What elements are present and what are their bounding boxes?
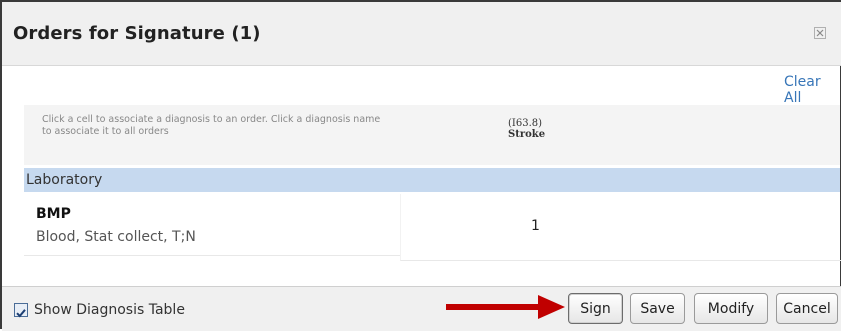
sign-button[interactable]: Sign	[568, 293, 623, 324]
modify-button[interactable]: Modify	[694, 293, 768, 324]
orders-for-signature-dialog: Orders for Signature (1) Clear All Click…	[0, 0, 841, 331]
dialog-footer: Show Diagnosis Table Sign Save Modify Ca…	[2, 287, 841, 331]
cancel-button[interactable]: Cancel	[776, 293, 838, 324]
save-button[interactable]: Save	[630, 293, 685, 324]
show-diagnosis-table-checkbox[interactable]	[14, 303, 28, 318]
dialog-header: Orders for Signature (1)	[2, 2, 841, 66]
table-row: BMP Blood, Stat collect, T;N 1	[24, 194, 841, 261]
clear-all-link[interactable]: Clear All	[784, 74, 840, 106]
annotation-arrow-icon	[446, 295, 565, 319]
diagnosis-column-stroke[interactable]: (I63.8) Stroke	[508, 118, 545, 140]
diagnosis-table-header: Click a cell to associate a diagnosis to…	[24, 105, 840, 165]
order-info: BMP Blood, Stat collect, T;N	[24, 194, 400, 256]
order-details: Blood, Stat collect, T;N	[36, 229, 196, 245]
diagnosis-association-value[interactable]: 1	[531, 218, 540, 234]
show-diagnosis-table-label[interactable]: Show Diagnosis Table	[34, 302, 185, 318]
close-icon[interactable]	[814, 27, 826, 39]
diagnosis-code: (I63.8)	[508, 118, 543, 129]
diagnosis-help-text: Click a cell to associate a diagnosis to…	[42, 114, 381, 137]
section-label: Laboratory	[26, 172, 103, 188]
order-diagnosis-cell[interactable]: 1	[400, 194, 841, 261]
section-header-laboratory: Laboratory	[24, 168, 840, 192]
diagnosis-name: Stroke	[508, 129, 546, 140]
checkmark-icon	[16, 309, 26, 318]
order-name: BMP	[36, 206, 71, 222]
dialog-title: Orders for Signature (1)	[13, 23, 261, 44]
